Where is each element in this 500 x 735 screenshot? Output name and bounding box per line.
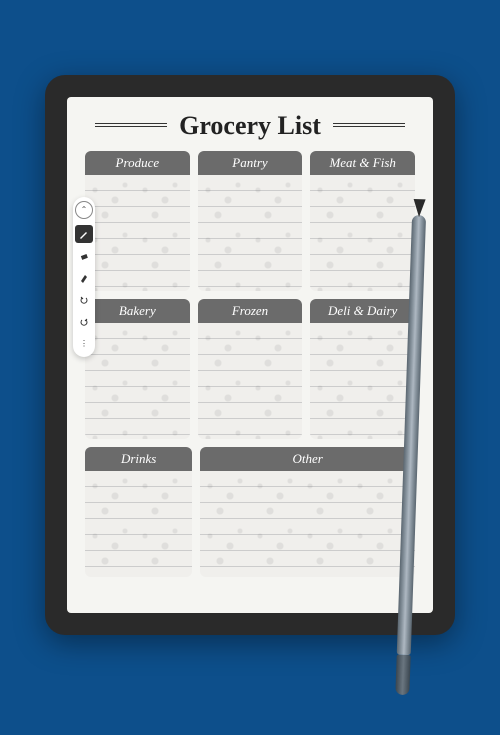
doodle-bg (85, 175, 190, 291)
category-row-2: Bakery Frozen Deli & Dairy (85, 299, 415, 439)
category-header: Frozen (198, 299, 303, 323)
doodle-bg (85, 471, 192, 577)
eraser-tool[interactable] (75, 247, 93, 265)
toolbar: ⌃ ⋮ (73, 197, 95, 357)
more-icon: ⋮ (80, 339, 88, 348)
category-body[interactable] (85, 323, 190, 439)
redo-icon (79, 317, 89, 327)
category-bakery[interactable]: Bakery (85, 299, 190, 439)
category-header: Drinks (85, 447, 192, 471)
stylus-tip (413, 198, 426, 216)
highlighter-tool[interactable] (75, 269, 93, 287)
category-produce[interactable]: Produce (85, 151, 190, 291)
screen: ⌃ ⋮ Grocery List (67, 97, 433, 613)
pen-icon (79, 229, 89, 239)
category-header: Meat & Fish (310, 151, 415, 175)
category-header: Produce (85, 151, 190, 175)
category-header: Pantry (198, 151, 303, 175)
category-drinks[interactable]: Drinks (85, 447, 192, 577)
category-body[interactable] (310, 175, 415, 291)
stylus-cap (395, 654, 410, 694)
category-other[interactable]: Other (200, 447, 415, 577)
category-deli-dairy[interactable]: Deli & Dairy (310, 299, 415, 439)
category-body[interactable] (200, 471, 415, 577)
category-header: Other (200, 447, 415, 471)
category-frozen[interactable]: Frozen (198, 299, 303, 439)
highlighter-icon (79, 273, 89, 283)
title-area: Grocery List (85, 111, 415, 141)
chevron-up-icon: ⌃ (81, 205, 88, 214)
doodle-bg (310, 323, 415, 439)
doodle-bg (200, 471, 415, 577)
category-meat-fish[interactable]: Meat & Fish (310, 151, 415, 291)
category-header: Deli & Dairy (310, 299, 415, 323)
doodle-bg (85, 323, 190, 439)
more-tool[interactable]: ⋮ (75, 335, 93, 353)
doodle-bg (198, 175, 303, 291)
eraser-icon (79, 251, 89, 261)
category-body[interactable] (310, 323, 415, 439)
page-title: Grocery List (179, 111, 321, 141)
category-pantry[interactable]: Pantry (198, 151, 303, 291)
category-header: Bakery (85, 299, 190, 323)
tablet-frame: ⌃ ⋮ Grocery List (45, 75, 455, 635)
category-body[interactable] (85, 175, 190, 291)
undo-icon (79, 295, 89, 305)
collapse-button[interactable]: ⌃ (75, 201, 93, 219)
pen-tool[interactable] (75, 225, 93, 243)
category-row-3: Drinks Other (85, 447, 415, 577)
category-body[interactable] (198, 323, 303, 439)
doodle-bg (310, 175, 415, 291)
undo-tool[interactable] (75, 291, 93, 309)
category-body[interactable] (85, 471, 192, 577)
category-row-1: Produce Pantry Meat & Fish (85, 151, 415, 291)
category-body[interactable] (198, 175, 303, 291)
redo-tool[interactable] (75, 313, 93, 331)
doodle-bg (198, 323, 303, 439)
